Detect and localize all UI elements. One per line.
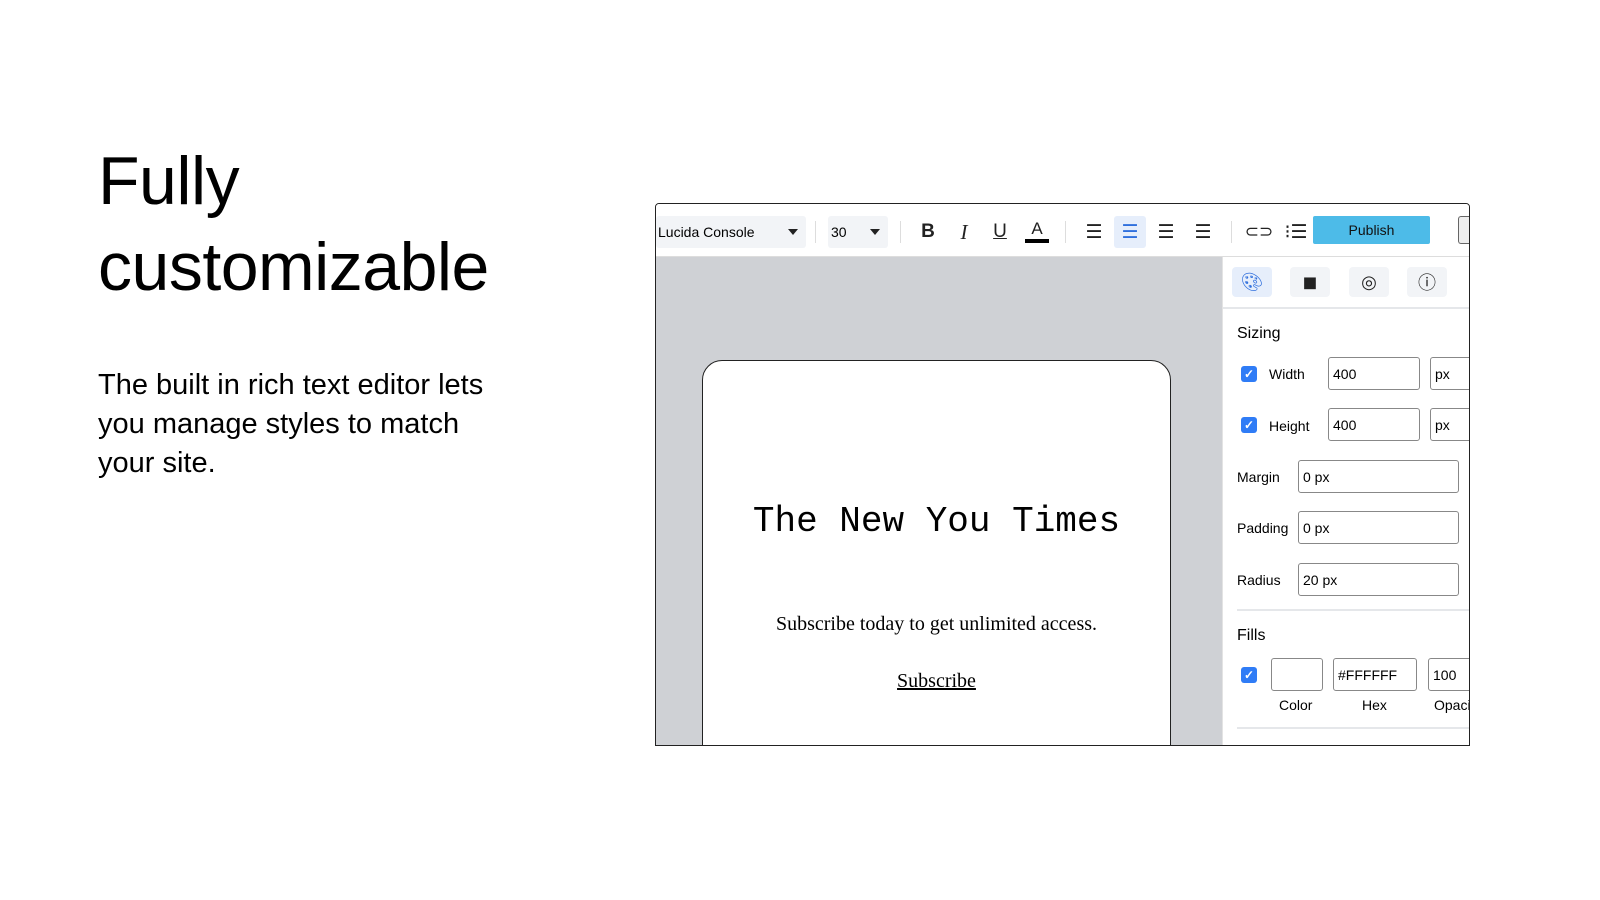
width-input[interactable]: 400: [1328, 357, 1420, 390]
fill-color-swatch[interactable]: [1271, 658, 1323, 691]
width-label: Width: [1269, 366, 1305, 382]
hero-title-line-1: Fully: [98, 143, 240, 219]
hero-description: The built in rich text editor lets you m…: [98, 369, 484, 479]
layers-icon[interactable]: ◼: [1290, 267, 1330, 297]
fill-opacity-input[interactable]: 100: [1428, 658, 1469, 691]
fill-checkbox[interactable]: ✓: [1241, 667, 1257, 683]
fills-heading: Fills: [1237, 627, 1266, 644]
font-family-value: Lucida Console: [658, 224, 755, 240]
divider: [815, 221, 816, 243]
paywall-card[interactable]: The New You Times Subscribe today to get…: [702, 360, 1171, 745]
chevron-down-icon: [870, 229, 880, 235]
text-color-icon[interactable]: A: [1021, 216, 1053, 248]
height-input[interactable]: 400: [1328, 408, 1420, 441]
font-size-value: 30: [831, 224, 847, 240]
fill-hex-input[interactable]: #FFFFFF: [1333, 658, 1417, 691]
hero-title: Fully customizable: [98, 138, 489, 310]
divider: [1237, 727, 1469, 729]
toolbar: Lucida Console 30 B I U A ☰ ☰ ☰ ☰ ⊂⊃ ⁝☰ …: [656, 204, 1469, 257]
overflow-button[interactable]: [1458, 216, 1469, 244]
radius-input[interactable]: 20 px: [1298, 563, 1459, 596]
divider: [1237, 609, 1469, 611]
margin-input[interactable]: 0 px: [1298, 460, 1459, 493]
italic-icon[interactable]: I: [948, 216, 980, 248]
divider: [1065, 221, 1066, 243]
align-right-icon[interactable]: ☰: [1150, 216, 1182, 248]
target-icon[interactable]: ◎: [1349, 267, 1389, 297]
color-caption: Color: [1279, 697, 1313, 713]
list-icon[interactable]: ⁝☰: [1280, 216, 1312, 248]
publish-button[interactable]: Publish: [1313, 216, 1430, 244]
align-justify-icon[interactable]: ☰: [1187, 216, 1219, 248]
bold-icon[interactable]: B: [912, 216, 944, 248]
subscribe-link[interactable]: Subscribe: [703, 670, 1170, 693]
height-unit-select[interactable]: px: [1430, 408, 1469, 441]
canvas: The New You Times Subscribe today to get…: [656, 257, 1222, 745]
sizing-heading: Sizing: [1237, 325, 1281, 342]
hex-caption: Hex: [1362, 697, 1387, 713]
editor-window: Lucida Console 30 B I U A ☰ ☰ ☰ ☰ ⊂⊃ ⁝☰ …: [655, 203, 1470, 746]
hero-title-line-2: customizable: [98, 229, 489, 305]
width-unit-select[interactable]: px: [1430, 357, 1469, 390]
card-title[interactable]: The New You Times: [703, 501, 1170, 542]
align-center-icon[interactable]: ☰: [1114, 216, 1146, 248]
chevron-down-icon: [788, 229, 798, 235]
underline-icon[interactable]: U: [984, 216, 1016, 248]
style-panel: 🎨︎ ◼ ◎ ⓘ Sizing ✓ Width 400 px ✓ Height …: [1222, 257, 1469, 745]
radius-label: Radius: [1237, 572, 1281, 588]
width-checkbox[interactable]: ✓: [1241, 366, 1257, 382]
font-size-select[interactable]: 30: [828, 216, 888, 248]
margin-label: Margin: [1237, 469, 1280, 485]
divider: [900, 221, 901, 243]
font-family-select[interactable]: Lucida Console: [656, 216, 806, 248]
link-icon[interactable]: ⊂⊃: [1243, 216, 1275, 248]
height-checkbox[interactable]: ✓: [1241, 417, 1257, 433]
info-icon[interactable]: ⓘ: [1407, 267, 1447, 297]
height-label: Height: [1269, 418, 1310, 434]
padding-label: Padding: [1237, 520, 1289, 536]
align-left-icon[interactable]: ☰: [1078, 216, 1110, 248]
opacity-caption: Opacity: [1434, 697, 1470, 713]
divider: [1231, 221, 1232, 243]
panel-tabs: 🎨︎ ◼ ◎ ⓘ: [1223, 257, 1469, 309]
palette-icon[interactable]: 🎨︎: [1232, 267, 1272, 297]
padding-input[interactable]: 0 px: [1298, 511, 1459, 544]
card-subtitle[interactable]: Subscribe today to get unlimited access.: [703, 613, 1170, 636]
